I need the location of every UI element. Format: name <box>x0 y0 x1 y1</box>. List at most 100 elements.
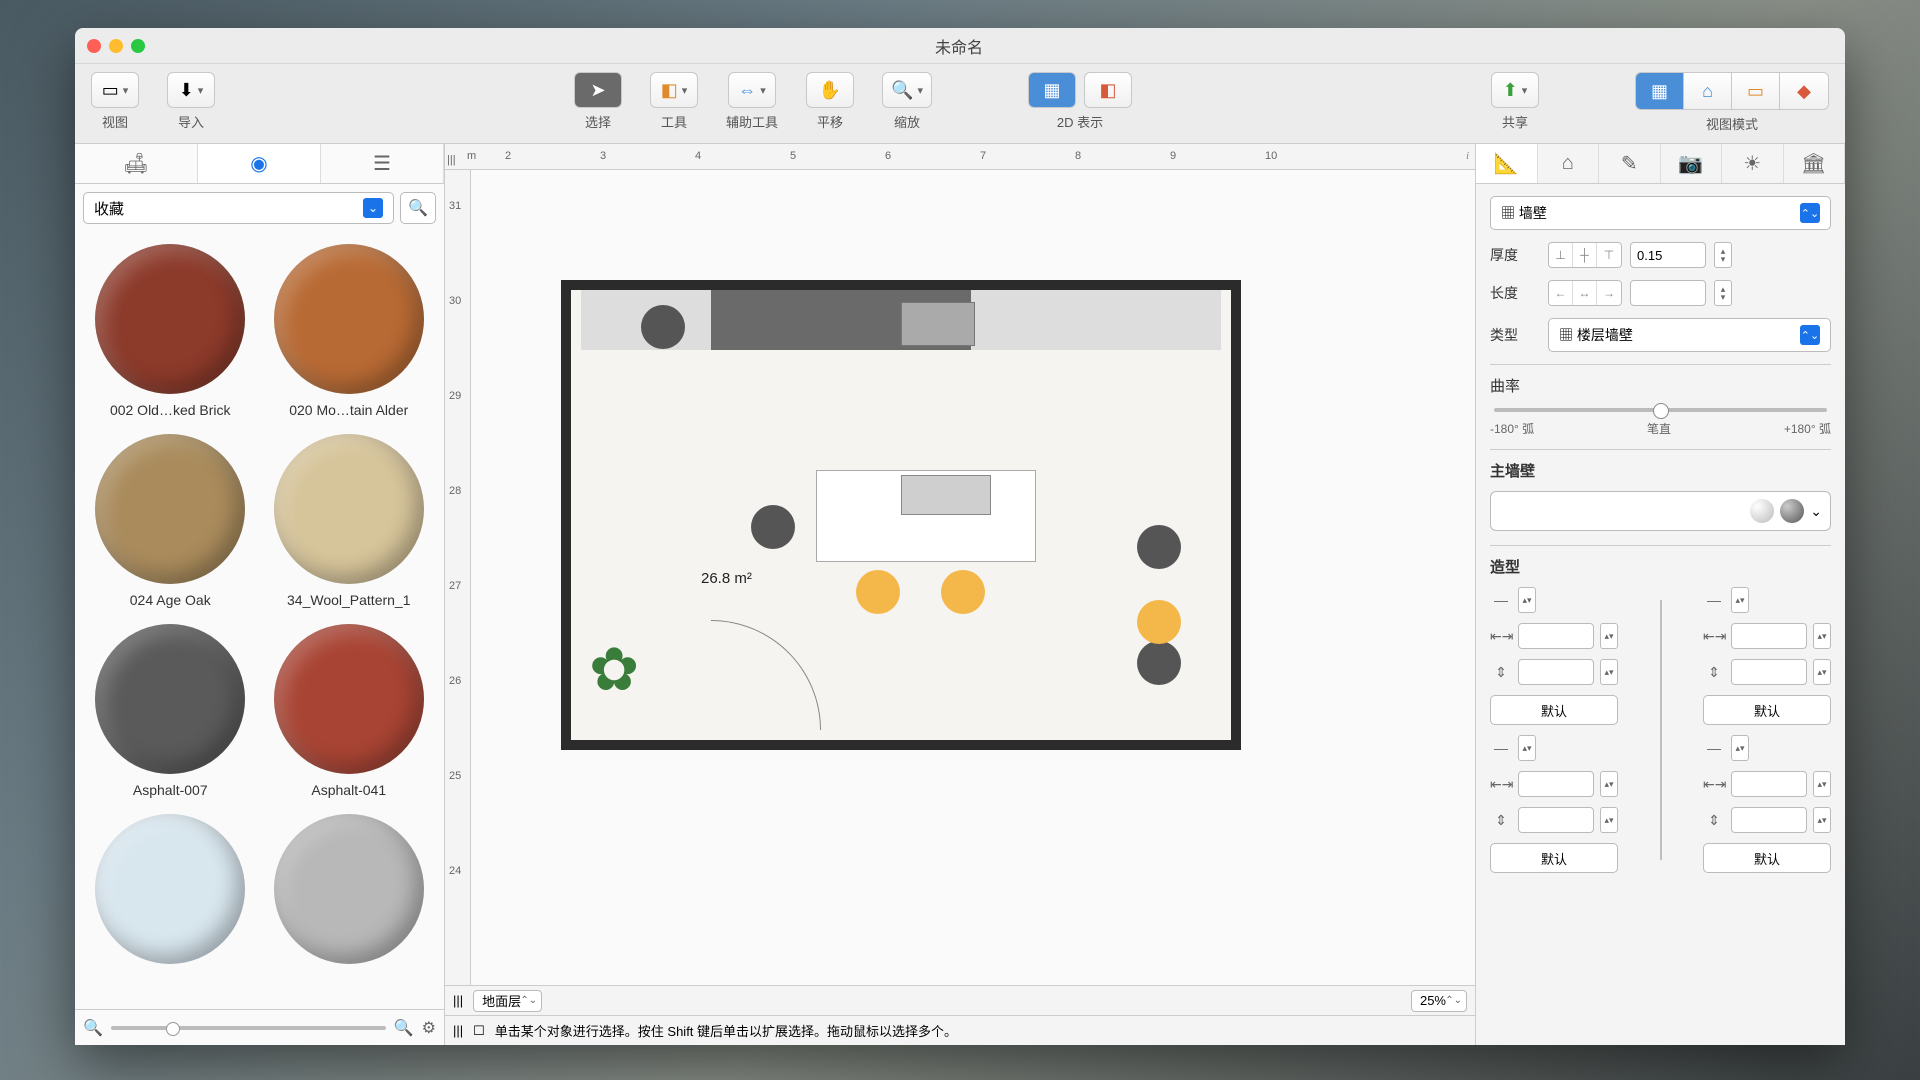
shape-w2-input[interactable] <box>1518 771 1594 797</box>
import-button[interactable]: ⬇︎ <box>167 72 215 108</box>
default-button[interactable]: 默认 <box>1490 695 1618 725</box>
material-item[interactable]: Asphalt-007 <box>87 624 254 798</box>
import-icon: ⬇︎ <box>179 80 194 101</box>
stepper[interactable]: ▴▾ <box>1813 771 1831 797</box>
share-button[interactable]: ⬆︎ <box>1491 72 1539 108</box>
stepper[interactable]: ▴▾ <box>1813 807 1831 833</box>
stool[interactable] <box>1137 641 1181 685</box>
gear-icon[interactable]: ⚙ <box>422 1018 436 1038</box>
sink[interactable] <box>901 475 991 515</box>
length-stepper[interactable]: ▴▾ <box>1714 280 1732 306</box>
range-hood[interactable] <box>901 302 975 346</box>
default-button[interactable]: 默认 <box>1703 695 1831 725</box>
thickness-stepper[interactable]: ▴▾ <box>1714 242 1732 268</box>
aux-tools-button[interactable]: ⇔ <box>728 72 776 108</box>
grip-icon[interactable]: ||| <box>453 993 463 1008</box>
search-button[interactable]: 🔍 <box>400 192 436 224</box>
stepper[interactable]: ▴▾ <box>1518 735 1536 761</box>
tools-button[interactable]: ◧ <box>650 72 698 108</box>
width-icon: ⇤⇥ <box>1490 776 1512 793</box>
stepper[interactable]: ▴▾ <box>1731 735 1749 761</box>
stool[interactable] <box>1137 525 1181 569</box>
material-item[interactable]: Asphalt-041 <box>266 624 433 798</box>
wall-icon: ▦ <box>1501 205 1515 221</box>
stool[interactable] <box>1137 600 1181 644</box>
zoom-out-icon[interactable]: 🔍 <box>83 1018 103 1038</box>
stool[interactable] <box>941 570 985 614</box>
view-mode-walk[interactable]: ◆ <box>1780 73 1828 109</box>
default-button[interactable]: 默认 <box>1703 843 1831 873</box>
wall-type-select[interactable]: ▦ 楼层墙壁 ⌃⌄ <box>1548 318 1831 352</box>
zoom-window-button[interactable] <box>131 39 145 53</box>
material-item[interactable]: 002 Old…ked Brick <box>87 244 254 418</box>
stepper[interactable]: ▴▾ <box>1518 587 1536 613</box>
shape-h-input-r[interactable] <box>1731 659 1807 685</box>
floorplan-canvas[interactable]: 26.8 m² <box>471 170 1475 985</box>
view-mode-elevation[interactable]: ⌂ <box>1684 73 1732 109</box>
plant[interactable] <box>589 635 679 725</box>
view-button[interactable]: ▭ <box>91 72 139 108</box>
select-tool-button[interactable]: ➤ <box>574 72 622 108</box>
tab-furniture[interactable]: 🛋 <box>75 144 198 183</box>
zoom-in-icon[interactable]: 🔍 <box>394 1018 414 1038</box>
stool[interactable] <box>641 305 685 349</box>
minimize-window-button[interactable] <box>109 39 123 53</box>
view-mode-3d[interactable]: ▭ <box>1732 73 1780 109</box>
tab-building[interactable]: 🏛 <box>1784 144 1846 183</box>
stepper[interactable]: ▴▾ <box>1813 659 1831 685</box>
stepper[interactable]: ▴▾ <box>1813 623 1831 649</box>
ruler-tick: 2 <box>505 150 511 162</box>
object-type-select[interactable]: ▦ 墙壁 ⌃⌄ <box>1490 196 1831 230</box>
toolbar-label: 选择 <box>585 112 611 131</box>
side-b-icon <box>1780 499 1804 523</box>
shape-h-input[interactable] <box>1518 659 1594 685</box>
material-item[interactable]: 34_Wool_Pattern_1 <box>266 434 433 608</box>
stool[interactable] <box>751 505 795 549</box>
thumbnail-zoom-slider[interactable] <box>111 1026 386 1030</box>
2d-view-button[interactable]: ▦ <box>1028 72 1076 108</box>
floor-selector[interactable]: 地面层 <box>473 990 542 1012</box>
tab-materials[interactable]: ◉ <box>198 144 321 183</box>
pan-button[interactable]: ✋ <box>806 72 854 108</box>
zoom-button[interactable]: 🔍 <box>882 72 932 108</box>
stepper[interactable]: ▴▾ <box>1731 587 1749 613</box>
length-input[interactable] <box>1630 280 1706 306</box>
door-arc[interactable] <box>711 620 821 730</box>
view-mode-plan[interactable]: ▦ <box>1636 73 1684 109</box>
material-item[interactable]: 020 Mo…tain Alder <box>266 244 433 418</box>
curvature-slider[interactable] <box>1494 408 1827 412</box>
room-outline[interactable]: 26.8 m² <box>561 280 1241 750</box>
tab-light[interactable]: ☀ <box>1722 144 1784 183</box>
stepper[interactable]: ▴▾ <box>1600 771 1618 797</box>
shape-h2-input[interactable] <box>1518 807 1594 833</box>
tab-list[interactable]: ☰ <box>321 144 444 183</box>
shape-w-input-r[interactable] <box>1731 623 1807 649</box>
material-item[interactable] <box>266 814 433 972</box>
paint-icon: ✎ <box>1621 151 1638 176</box>
thickness-input[interactable] <box>1630 242 1706 268</box>
tab-object[interactable]: 📐 <box>1476 144 1538 183</box>
toolbar-label: 2D 表示 <box>1057 112 1103 131</box>
tab-camera[interactable]: 📷 <box>1661 144 1723 183</box>
3d-view-button[interactable]: ◧ <box>1084 72 1132 108</box>
category-select[interactable]: 收藏 ⌄ <box>83 192 394 224</box>
material-item[interactable]: 024 Age Oak <box>87 434 254 608</box>
length-align[interactable]: ←↔→ <box>1548 280 1622 306</box>
tab-material[interactable]: ⌂ <box>1538 144 1600 183</box>
zoom-selector[interactable]: 25% <box>1411 990 1467 1012</box>
shape-w-input[interactable] <box>1518 623 1594 649</box>
thickness-align[interactable]: ⊥┼⊤ <box>1548 242 1622 268</box>
stepper[interactable]: ▴▾ <box>1600 807 1618 833</box>
default-button[interactable]: 默认 <box>1490 843 1618 873</box>
stepper[interactable]: ▴▾ <box>1600 659 1618 685</box>
material-item[interactable] <box>87 814 254 972</box>
shape-h2-input-r[interactable] <box>1731 807 1807 833</box>
info-icon[interactable]: i <box>1466 150 1469 162</box>
close-window-button[interactable] <box>87 39 101 53</box>
shape-w2-input-r[interactable] <box>1731 771 1807 797</box>
stepper[interactable]: ▴▾ <box>1600 623 1618 649</box>
stool[interactable] <box>856 570 900 614</box>
tab-appearance[interactable]: ✎ <box>1599 144 1661 183</box>
ruler-vertical: 3130292827262524 <box>445 170 471 985</box>
main-wall-select[interactable]: ⌄ <box>1490 491 1831 531</box>
